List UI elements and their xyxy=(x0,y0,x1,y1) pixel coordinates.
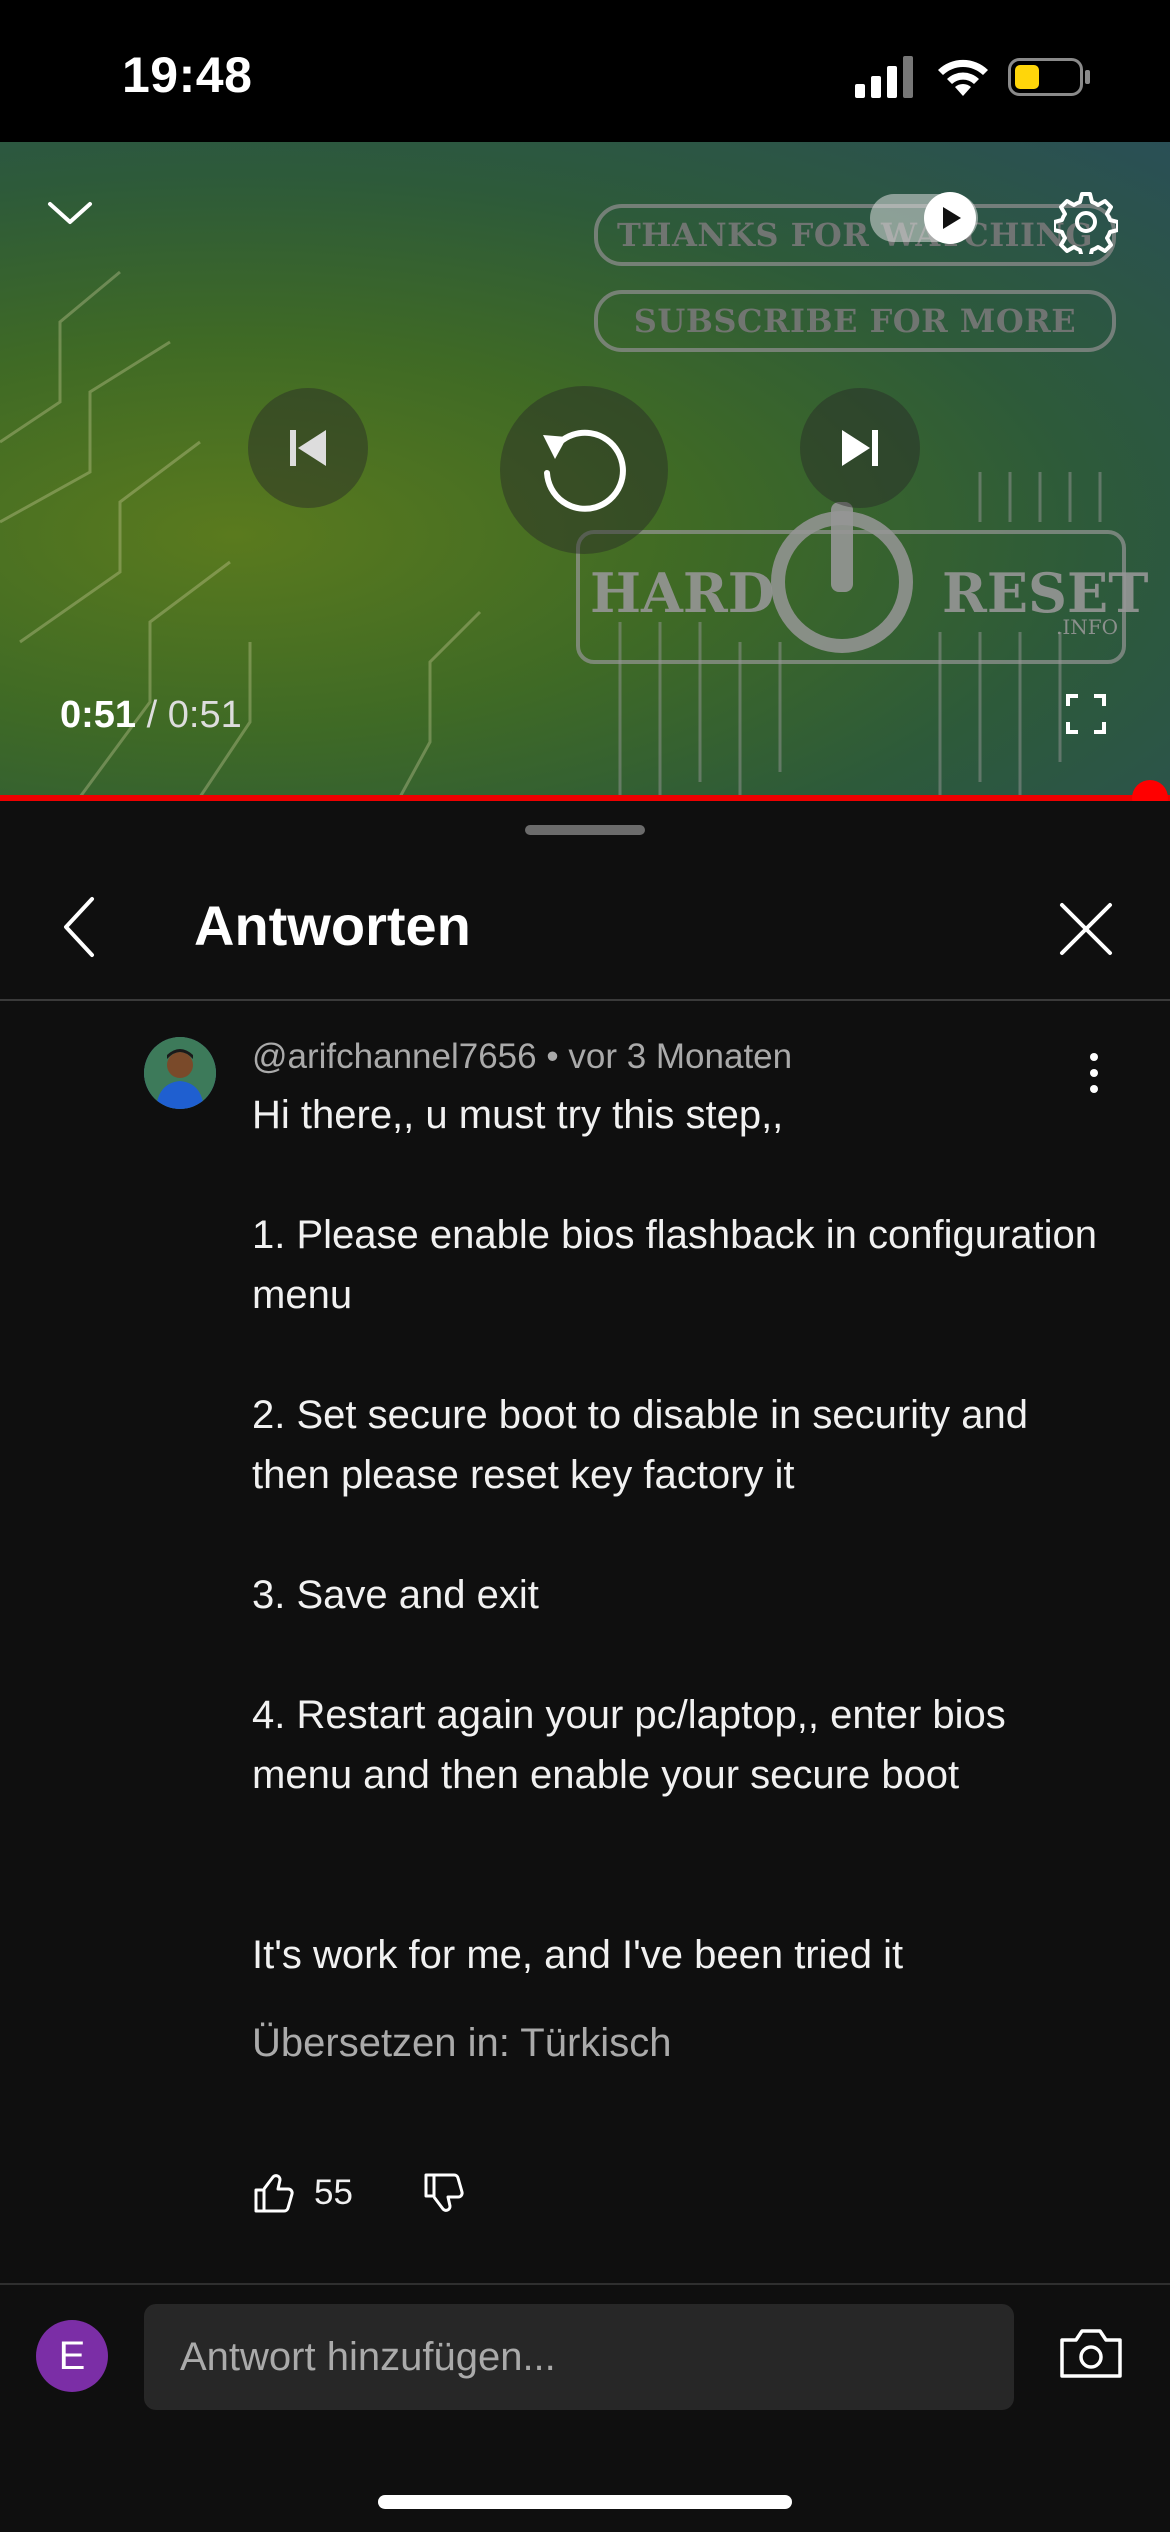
logo-hard: HARD xyxy=(590,561,775,625)
video-player[interactable]: HARD RESET .INFO THANKS FOR WATCHING SUB… xyxy=(0,142,1170,797)
user-avatar[interactable]: E xyxy=(36,2320,108,2392)
composer-divider xyxy=(0,2283,1170,2285)
play-icon xyxy=(943,207,961,229)
cellular-signal-icon xyxy=(855,56,913,98)
time-separator: / xyxy=(146,694,158,736)
back-chevron-icon[interactable] xyxy=(60,895,100,959)
reply-input[interactable] xyxy=(144,2304,1014,2410)
fullscreen-icon[interactable] xyxy=(1066,694,1106,734)
close-icon[interactable] xyxy=(1058,901,1114,957)
thumbs-down-icon[interactable] xyxy=(422,2171,466,2215)
comment-author[interactable]: @arifchannel7656 xyxy=(252,1037,537,1076)
comment-line-step2: 2. Set secure boot to disable in securit… xyxy=(252,1393,1029,1497)
wifi-icon xyxy=(938,59,988,96)
avatar-portrait xyxy=(144,1037,216,1109)
meta-separator: • xyxy=(546,1037,559,1076)
replay-button[interactable] xyxy=(500,386,668,554)
endcard-subscribe[interactable]: SUBSCRIBE FOR MORE xyxy=(594,290,1116,352)
autoplay-knob xyxy=(924,192,976,244)
like-count: 55 xyxy=(314,2173,353,2212)
comment-line-step1: 1. Please enable bios flashback in confi… xyxy=(252,1213,1097,1317)
sheet-grabber[interactable] xyxy=(525,825,645,835)
skip-previous-icon xyxy=(290,430,326,466)
panel-title: Antworten xyxy=(194,894,471,957)
comment-time: vor 3 Monaten xyxy=(568,1037,793,1076)
comment-line-step4: 4. Restart again your pc/laptop,, enter … xyxy=(252,1693,1006,1797)
endcard-thanks[interactable]: THANKS FOR WATCHING xyxy=(594,204,1116,266)
autoplay-toggle[interactable] xyxy=(870,192,978,244)
current-time: 0:51 xyxy=(60,694,137,736)
timecode: 0:51 / 0:51 xyxy=(60,694,242,737)
comment-line-intro: Hi there,, u must try this step,, xyxy=(252,1093,784,1137)
next-button[interactable] xyxy=(800,388,920,508)
comment-line-outro: It's work for me, and I've been tried it xyxy=(252,1933,904,1977)
settings-gear-icon[interactable] xyxy=(1054,190,1118,254)
commenter-avatar[interactable] xyxy=(144,1037,216,1109)
previous-button[interactable] xyxy=(248,388,368,508)
logo-info: .INFO xyxy=(1056,615,1118,639)
thumbs-up-icon[interactable] xyxy=(252,2171,296,2215)
duration: 0:51 xyxy=(167,694,242,736)
translate-link[interactable]: Übersetzen in: Türkisch xyxy=(252,2021,671,2066)
replies-sheet: Antworten @arifchannel7656 • vor 3 Monat… xyxy=(0,801,1170,2532)
skip-next-icon xyxy=(842,430,878,466)
camera-icon[interactable] xyxy=(1058,2326,1124,2380)
status-time: 19:48 xyxy=(122,47,253,103)
home-indicator xyxy=(378,2495,792,2509)
comment-body: Hi there,, u must try this step,, 1. Ple… xyxy=(252,1085,1112,1985)
status-bar: 19:48 xyxy=(0,0,1170,142)
battery-icon xyxy=(1008,58,1090,96)
header-divider xyxy=(0,999,1170,1001)
comment-line-step3: 3. Save and exit xyxy=(252,1573,539,1617)
replay-icon xyxy=(543,429,626,512)
comment-meta: @arifchannel7656 • vor 3 Monaten xyxy=(252,1037,792,1077)
collapse-chevron-icon[interactable] xyxy=(44,192,96,232)
